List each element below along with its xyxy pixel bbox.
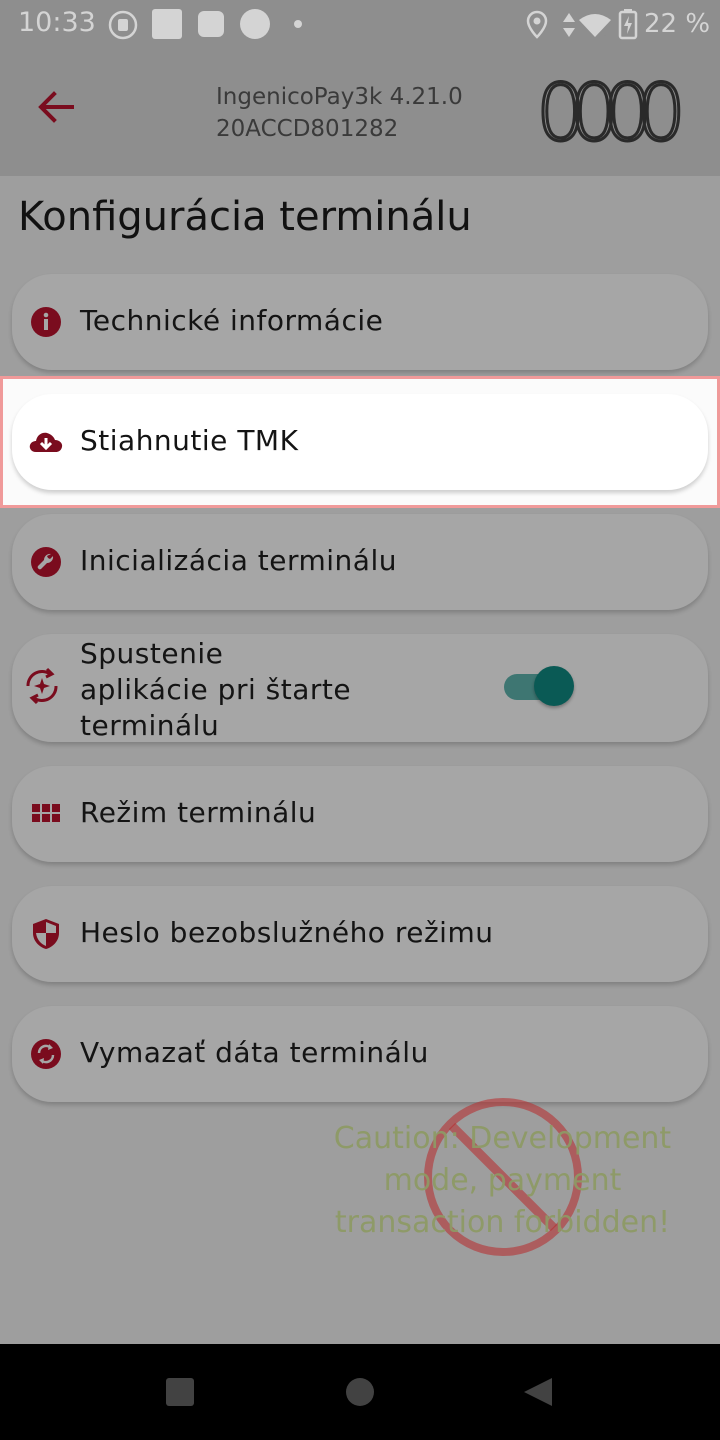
app-name: IngenicoPay3k 4.21.0 bbox=[216, 84, 463, 110]
battery-percent: 22 % bbox=[644, 9, 711, 39]
wifi-icon: 5 bbox=[579, 14, 611, 38]
menu-item-label: Inicializácia terminálu bbox=[80, 544, 397, 577]
dot-icon bbox=[294, 20, 302, 28]
caution-line: mode, payment bbox=[383, 1163, 622, 1198]
recents-button[interactable] bbox=[166, 1378, 194, 1406]
startup-toggle[interactable] bbox=[504, 666, 574, 706]
status-time: 10:33 bbox=[18, 7, 96, 38]
app-bar: IngenicoPay3k 4.21.0 20ACCD801282 0000 bbox=[0, 50, 720, 176]
caution-line: Caution: Development bbox=[333, 1121, 672, 1156]
menu-item-technical-info[interactable]: Technické informácie bbox=[12, 274, 708, 370]
caution-text: Caution: Development mode, payment trans… bbox=[320, 1118, 685, 1244]
back-arrow-icon[interactable] bbox=[32, 82, 82, 132]
menu-item-label: Stiahnutie TMK bbox=[80, 424, 299, 457]
rounded-square-icon bbox=[198, 11, 224, 37]
home-button[interactable] bbox=[346, 1378, 374, 1406]
back-button[interactable] bbox=[522, 1376, 554, 1408]
square-icon bbox=[152, 9, 182, 39]
svg-text:0000: 0000 bbox=[536, 80, 690, 146]
caution-line: transaction forbidden! bbox=[334, 1205, 671, 1240]
toggle-thumb bbox=[534, 666, 574, 706]
menu-item-startup-launch[interactable]: Spustenie aplikácie pri štarte terminálu bbox=[12, 634, 708, 742]
cloud-download-icon bbox=[29, 432, 63, 452]
startup-sync-icon bbox=[26, 667, 58, 705]
system-nav-bar bbox=[0, 1344, 720, 1440]
menu-item-label: Vymazať dáta terminálu bbox=[80, 1036, 429, 1069]
circle-icon bbox=[240, 9, 270, 39]
status-bar: 10:33 5 22 % bbox=[0, 0, 720, 50]
wrench-icon bbox=[31, 547, 61, 577]
menu-item-terminal-init[interactable]: Inicializácia terminálu bbox=[12, 514, 708, 610]
shield-icon bbox=[33, 919, 59, 949]
location-icon bbox=[526, 10, 548, 39]
label-line: terminálu bbox=[80, 709, 220, 742]
menu-item-terminal-mode[interactable]: Režim terminálu bbox=[12, 766, 708, 862]
label-line: aplikácie pri štarte bbox=[80, 673, 352, 706]
dev-mode-watermark: Caution: Development mode, payment trans… bbox=[320, 1094, 700, 1264]
sim-icon bbox=[108, 10, 138, 40]
device-serial: 20ACCD801282 bbox=[216, 116, 399, 142]
page-title: Konfigurácia terminálu bbox=[18, 194, 472, 240]
data-arrows-icon bbox=[563, 13, 575, 37]
menu-item-label: Režim terminálu bbox=[80, 796, 317, 829]
menu-item-label: Heslo bezobslužného režimu bbox=[80, 916, 494, 949]
menu-item-clear-data[interactable]: Vymazať dáta terminálu bbox=[12, 1006, 708, 1102]
grid-icon bbox=[32, 804, 60, 822]
menu-item-label-multiline: Spustenie aplikácie pri štarte terminálu bbox=[80, 636, 351, 744]
label-line: Spustenie bbox=[80, 637, 224, 670]
reset-icon bbox=[31, 1039, 61, 1069]
menu-item-unattended-password[interactable]: Heslo bezobslužného režimu bbox=[12, 886, 708, 982]
info-icon bbox=[31, 307, 61, 337]
counter-display: 0000 bbox=[536, 80, 690, 146]
svg-text:5: 5 bbox=[602, 28, 608, 38]
menu-item-label: Technické informácie bbox=[80, 304, 384, 337]
battery-icon bbox=[618, 9, 638, 40]
menu-item-tmk-download[interactable]: Stiahnutie TMK bbox=[12, 394, 708, 490]
